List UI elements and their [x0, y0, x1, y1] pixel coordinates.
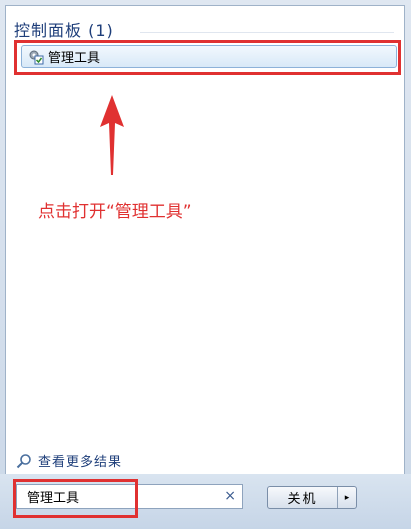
section-title-control-panel[interactable]: 控制面板 (1) [14, 17, 114, 41]
clear-search-icon[interactable]: × [224, 488, 236, 504]
shutdown-label[interactable]: 关机 [268, 487, 338, 508]
shutdown-button[interactable]: 关机 ▸ [267, 486, 357, 509]
highlight-box-result [14, 40, 401, 75]
see-more-results-link[interactable]: 查看更多结果 [16, 451, 122, 470]
shutdown-options-arrow-icon[interactable]: ▸ [338, 487, 356, 508]
search-icon [16, 453, 31, 468]
annotation-arrow-icon [100, 95, 124, 175]
highlight-box-search [13, 479, 138, 518]
see-more-label: 查看更多结果 [38, 455, 123, 470]
start-menu-results-panel [5, 5, 405, 521]
section-divider [140, 32, 394, 33]
annotation-text: 点击打开“管理工具” [38, 202, 192, 222]
